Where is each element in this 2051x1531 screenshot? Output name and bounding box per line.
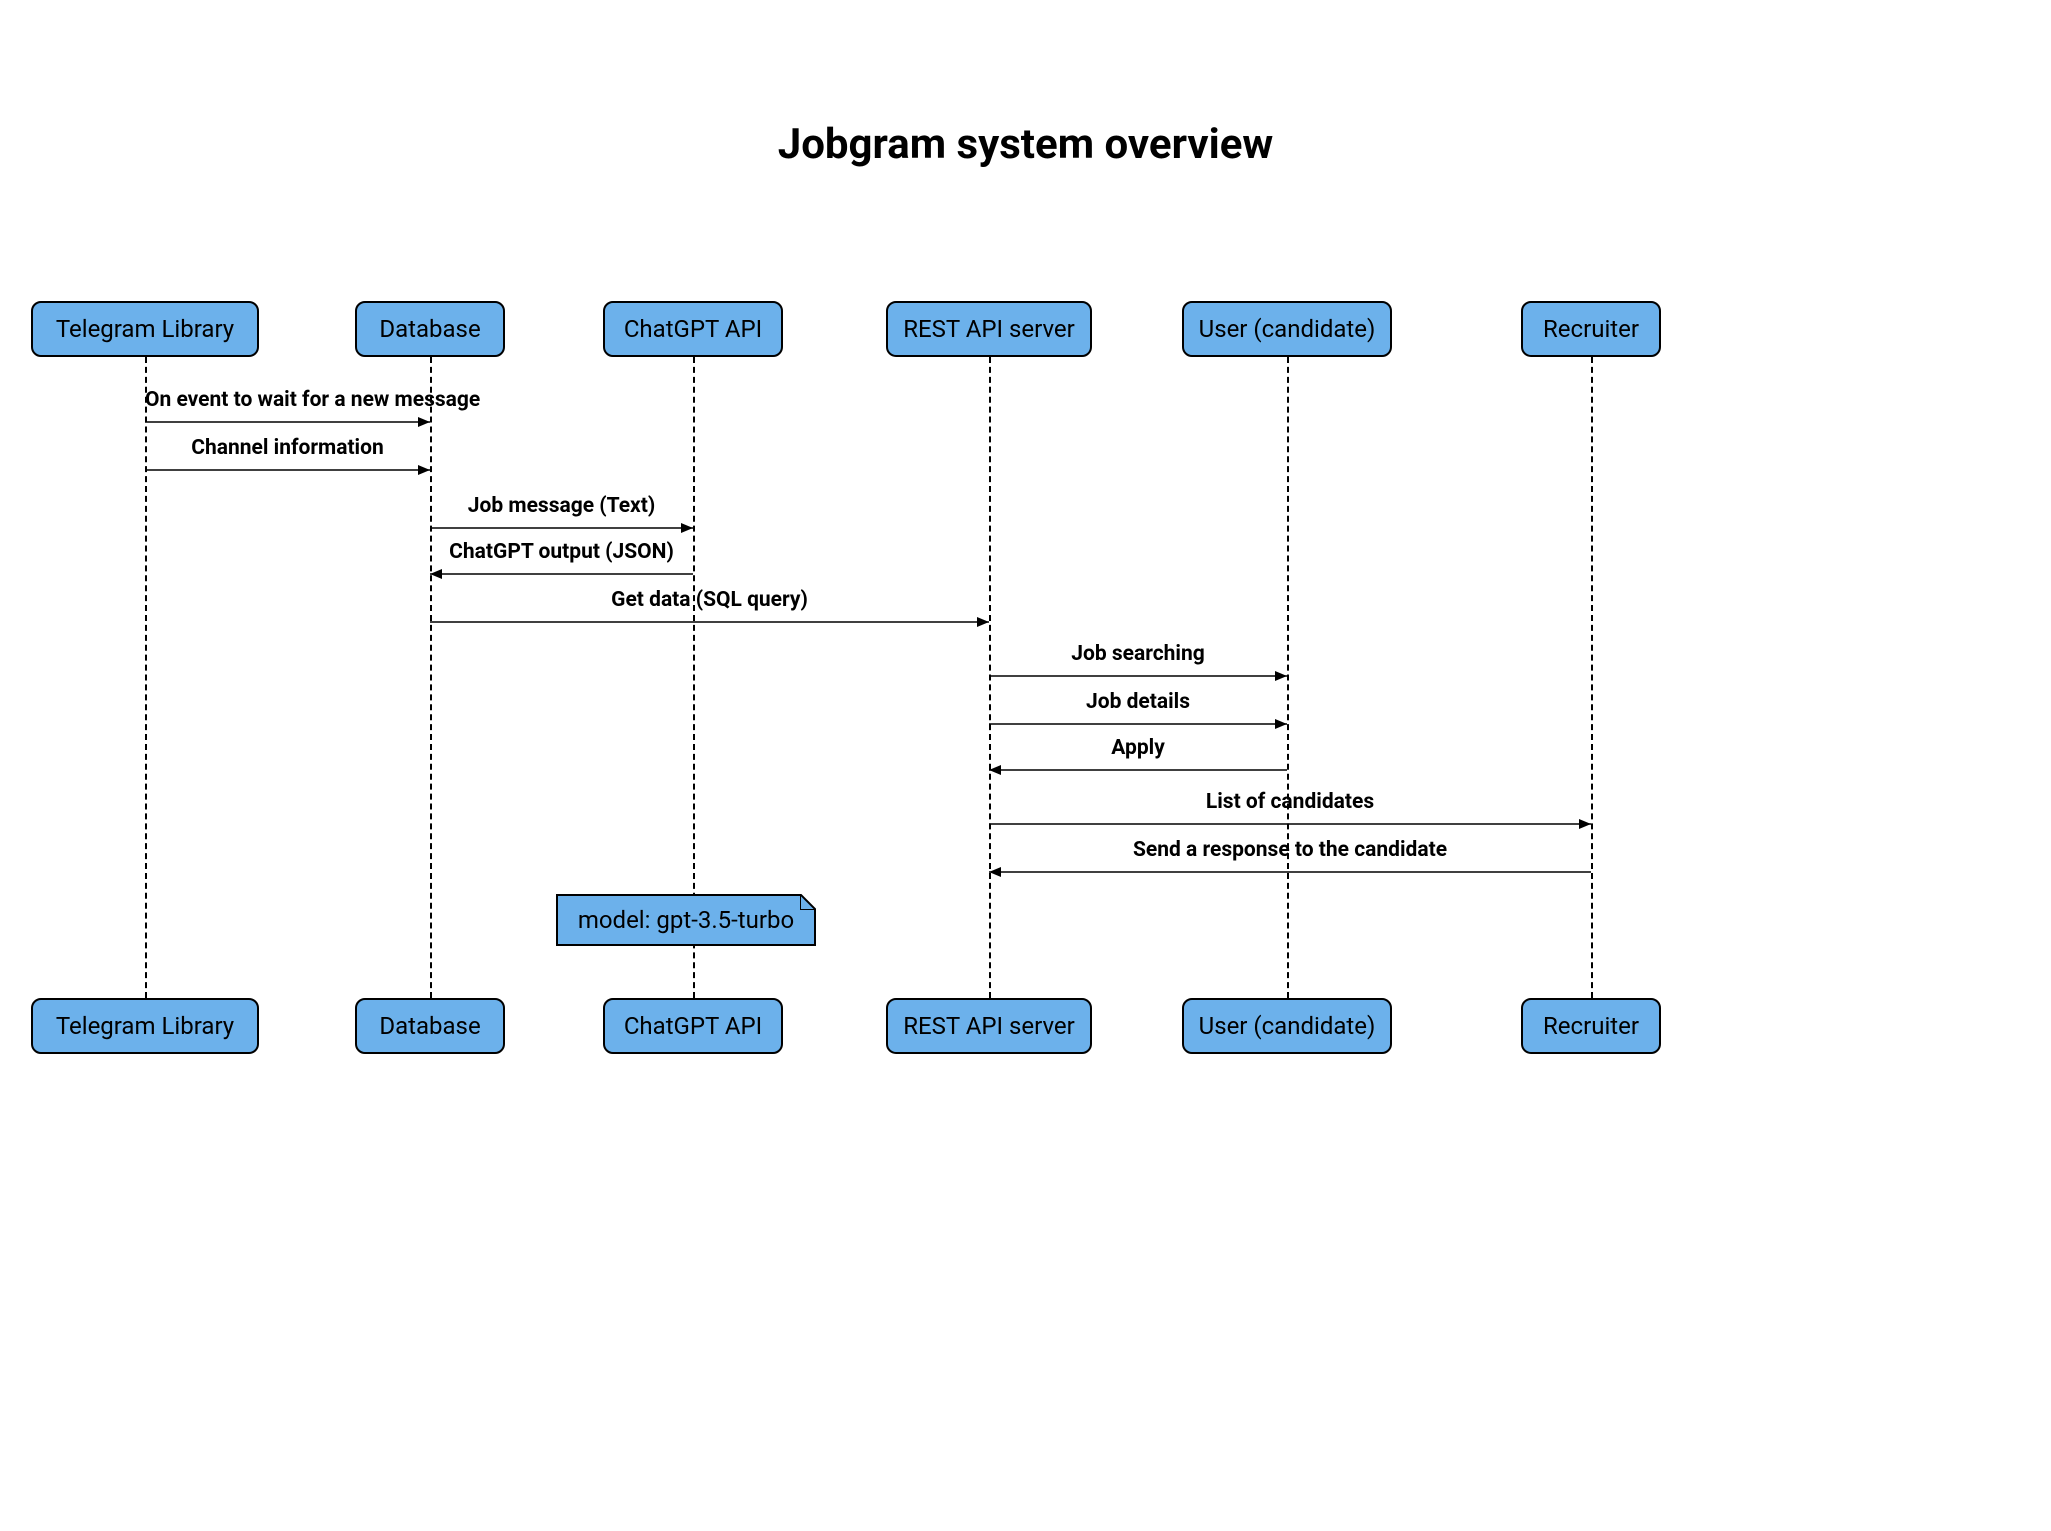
actor-telegram-top: Telegram Library <box>31 301 259 357</box>
message-label: Job message (Text) <box>430 494 693 518</box>
message-label: Get data (SQL query) <box>430 588 989 612</box>
actor-recruiter-bottom: Recruiter <box>1521 998 1661 1054</box>
lifeline-database <box>430 357 432 998</box>
actor-label: Recruiter <box>1543 315 1639 343</box>
actor-label: ChatGPT API <box>624 315 762 343</box>
message-label: List of candidates <box>989 790 1591 814</box>
message-label: On event to wait for a new message <box>145 388 430 412</box>
message-arrow: Send a response to the candidate <box>989 866 1591 894</box>
actor-label: REST API server <box>903 315 1075 343</box>
actor-label: REST API server <box>903 1012 1075 1040</box>
actor-database-bottom: Database <box>355 998 505 1054</box>
actor-telegram-bottom: Telegram Library <box>31 998 259 1054</box>
message-label: Send a response to the candidate <box>989 838 1591 862</box>
message-label: ChatGPT output (JSON) <box>430 540 693 564</box>
actor-rest-top: REST API server <box>886 301 1092 357</box>
message-arrow: Get data (SQL query) <box>430 616 989 644</box>
actor-user-top: User (candidate) <box>1182 301 1392 357</box>
diagram-title: Jobgram system overview <box>0 120 2051 169</box>
actor-database-top: Database <box>355 301 505 357</box>
note-label: model: gpt-3.5-turbo <box>578 906 794 934</box>
actor-label: Recruiter <box>1543 1012 1639 1040</box>
message-label: Job details <box>989 690 1287 714</box>
actor-label: User (candidate) <box>1199 315 1376 343</box>
actor-rest-bottom: REST API server <box>886 998 1092 1054</box>
message-arrow: Apply <box>989 764 1287 792</box>
actor-label: User (candidate) <box>1199 1012 1376 1040</box>
actor-user-bottom: User (candidate) <box>1182 998 1392 1054</box>
actor-label: Database <box>379 315 480 343</box>
actor-label: Database <box>379 1012 480 1040</box>
actor-recruiter-top: Recruiter <box>1521 301 1661 357</box>
lifeline-recruiter <box>1591 357 1593 998</box>
actor-label: ChatGPT API <box>624 1012 762 1040</box>
message-label: Job searching <box>989 642 1287 666</box>
message-arrow: Channel information <box>145 464 430 492</box>
actor-chatgpt-bottom: ChatGPT API <box>603 998 783 1054</box>
model-note: model: gpt-3.5-turbo <box>556 894 816 946</box>
note-fold-icon <box>800 894 816 910</box>
diagram-canvas: Jobgram system overview Telegram Library… <box>0 0 2051 1531</box>
message-label: Channel information <box>145 436 430 460</box>
actor-chatgpt-top: ChatGPT API <box>603 301 783 357</box>
message-label: Apply <box>989 736 1287 760</box>
actor-label: Telegram Library <box>56 1012 234 1040</box>
actor-label: Telegram Library <box>56 315 234 343</box>
lifeline-user <box>1287 357 1289 998</box>
